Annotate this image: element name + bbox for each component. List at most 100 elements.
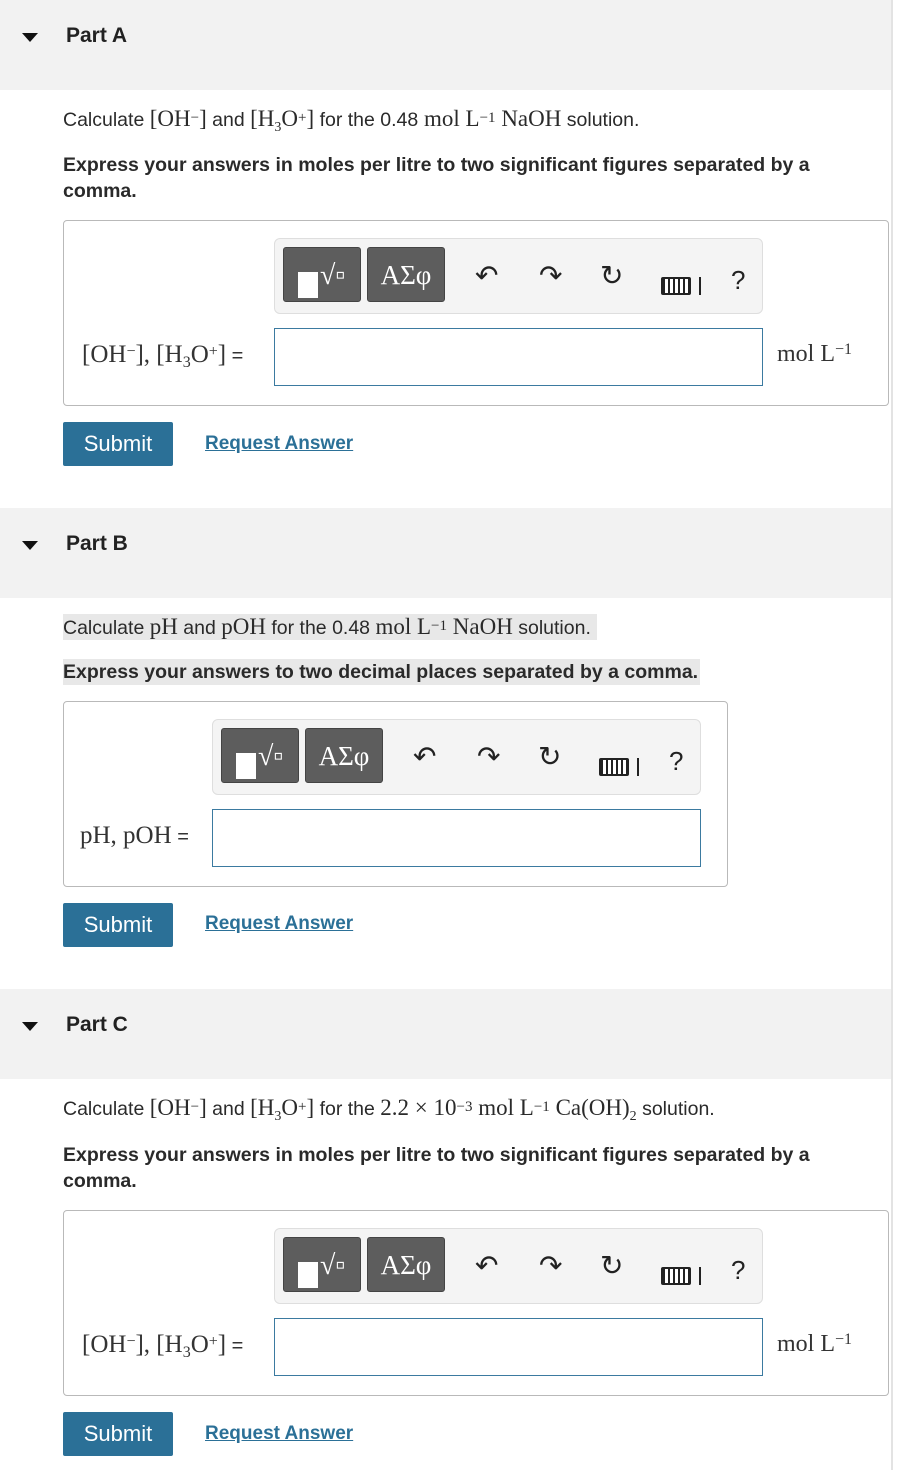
redo-icon[interactable]: ↷ [539,261,562,291]
help-button[interactable]: ? [731,1255,745,1286]
part-a-question: Calculate [OH−] and [H3O+] for the 0.48 … [63,106,639,135]
label-sup: − [126,343,136,360]
concentration-value: 0.48 [380,109,419,131]
label-oh: [OH [82,341,127,368]
submit-button[interactable]: Submit [63,422,173,466]
label-sub: 3 [182,1344,191,1361]
templates-button[interactable]: √▫ [283,247,361,302]
redo-icon[interactable]: ↷ [477,742,500,772]
part-b-question: Calculate pH and pOH for the 0.48 mol L−… [63,614,597,640]
radical-icon: √▫ [320,1250,346,1281]
reset-icon[interactable]: ↻ [538,742,561,772]
reset-icon[interactable]: ↻ [600,1251,623,1281]
math-sub: 2 [629,1109,637,1124]
answer-input[interactable] [274,328,763,386]
part-c-answer-box: √▫ ΑΣφ ↶ ↷ ↻ ? [OH−], [H3O+] = mol L−1 [63,1210,889,1396]
label-sup: − [126,1333,136,1350]
answer-input[interactable] [274,1318,763,1376]
label-o: O [190,341,209,368]
label-close: ] [217,341,227,368]
help-button[interactable]: ? [731,265,745,296]
part-c-header[interactable]: Part C [0,989,891,1079]
answer-input[interactable] [212,809,701,867]
math-o: O [281,106,299,131]
label-text: pH, pOH [80,822,172,849]
math-sup: −1 [533,1099,550,1115]
math-species: NaOH [495,106,562,131]
greek-symbols-button[interactable]: ΑΣφ [367,1237,445,1292]
question-text: solution. [512,617,591,639]
submit-button[interactable]: Submit [63,1412,173,1456]
label-sub: 3 [182,354,191,371]
collapse-triangle-icon[interactable] [22,541,38,550]
keyboard-icon[interactable] [661,1267,691,1285]
keyboard-icon[interactable] [599,758,629,776]
math-toolbar: √▫ ΑΣφ ↶ ↷ ↻ ? [274,238,763,314]
undo-icon[interactable]: ↶ [413,742,436,772]
math-unit: mol L [418,106,480,131]
undo-icon[interactable]: ↶ [475,1251,498,1281]
undo-icon[interactable]: ↶ [475,261,498,291]
math-sub: 3 [274,120,282,135]
label-oh: [OH [82,1331,127,1358]
math-ph: pH [149,614,178,639]
unit-label: mol L−1 [777,341,852,368]
fraction-radical-icon [298,272,318,298]
unit-label: mol L−1 [777,1331,852,1358]
part-c-question: Calculate [OH−] and [H3O+] for the 2.2 ×… [63,1095,715,1124]
math-sup: −1 [431,618,448,634]
request-answer-link[interactable]: Request Answer [205,913,353,935]
question-text: for the 0.48 [265,617,376,639]
label-close: ] [217,1331,227,1358]
submit-button[interactable]: Submit [63,903,173,947]
redo-icon[interactable]: ↷ [539,1251,562,1281]
question-text: and [206,109,251,131]
unit-sup: −1 [835,341,853,358]
unit-sup: −1 [835,1331,853,1348]
math-concentration: 2.2 × 10 [380,1095,457,1120]
keyboard-divider [699,1267,701,1285]
question-text: solution. [636,1098,715,1120]
question-text: and [177,617,222,639]
greek-symbols-button[interactable]: ΑΣφ [305,728,383,783]
part-a-header[interactable]: Part A [0,0,891,90]
page-right-border [891,0,893,1470]
collapse-triangle-icon[interactable] [22,33,38,42]
templates-button[interactable]: √▫ [283,1237,361,1292]
help-button[interactable]: ? [669,746,683,777]
part-c-instruction: Express your answers in moles per litre … [63,1144,810,1192]
part-b-header[interactable]: Part B [0,508,891,598]
math-species: NaOH [447,614,513,639]
question-text: and [206,1098,251,1120]
part-a-instruction: Express your answers in moles per litre … [63,154,810,202]
question-text: for the [314,1098,381,1120]
fraction-radical-icon [298,1262,318,1288]
math-unit: mol L [472,1095,534,1120]
question-text: Calculate [63,109,150,131]
math-sub: 3 [274,1109,282,1124]
label-equals: = [171,826,189,848]
answer-label: [OH−], [H3O+] = [82,1331,243,1361]
math-sup: − [190,1099,200,1115]
label-o: O [190,1331,209,1358]
math-sup: −3 [456,1099,473,1115]
math-bracket: ] [199,106,207,131]
greek-symbols-button[interactable]: ΑΣφ [367,247,445,302]
math-oh: [OH [149,106,191,131]
answer-label: [OH−], [H3O+] = [82,341,243,371]
keyboard-divider [699,277,701,295]
math-h3o: [H [250,1095,275,1120]
request-answer-link[interactable]: Request Answer [205,433,353,455]
keyboard-icon[interactable] [661,277,691,295]
label-sup: + [208,1333,218,1350]
part-c-title: Part C [66,1013,128,1036]
label-sup: + [208,343,218,360]
unit-text: mol L [777,341,835,367]
label-mid: ], [H [135,341,183,368]
reset-icon[interactable]: ↻ [600,261,623,291]
math-o: O [281,1095,299,1120]
templates-button[interactable]: √▫ [221,728,299,783]
collapse-triangle-icon[interactable] [22,1022,38,1031]
request-answer-link[interactable]: Request Answer [205,1423,353,1445]
question-text: Calculate [63,1098,150,1120]
